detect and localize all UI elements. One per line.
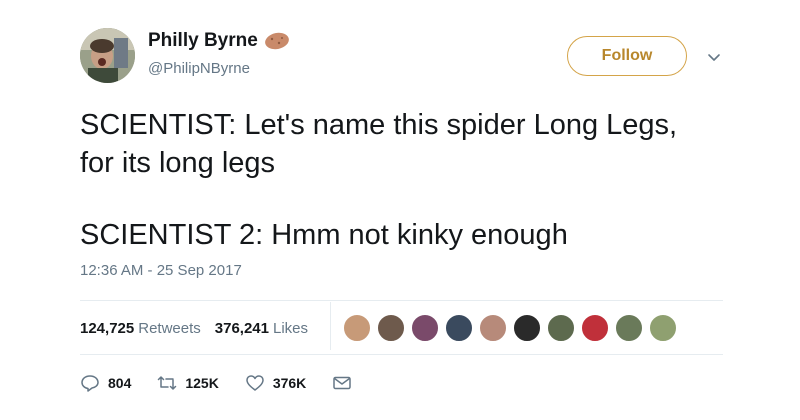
liker-avatars xyxy=(343,314,683,342)
author-handle[interactable]: @PhilipNByrne xyxy=(148,60,290,77)
liker-avatar[interactable] xyxy=(615,314,643,342)
likes-label[interactable]: Likes xyxy=(273,320,308,337)
reply-button[interactable]: 804 xyxy=(80,373,131,393)
liker-avatar[interactable] xyxy=(513,314,541,342)
retweet-action-count: 125K xyxy=(185,375,219,391)
like-button[interactable]: 376K xyxy=(245,373,306,393)
author-name-text[interactable]: Philly Byrne xyxy=(148,30,258,52)
reply-icon xyxy=(81,375,99,392)
chevron-down-icon[interactable] xyxy=(705,48,723,66)
divider-top xyxy=(80,300,723,301)
retweets-count[interactable]: 124,725 xyxy=(80,320,134,337)
retweet-icon xyxy=(158,376,177,390)
stats-separator xyxy=(330,302,331,350)
tweet-text: SCIENTIST: Let's name this spider Long L… xyxy=(80,106,740,254)
heart-icon xyxy=(246,375,264,391)
liker-avatar[interactable] xyxy=(479,314,507,342)
tweet-text-line: SCIENTIST 2: Hmm not kinky enough xyxy=(80,219,568,251)
author-display-name[interactable]: Philly Byrne xyxy=(148,30,290,52)
tweet-stats: 124,725 Retweets 376,241 Likes xyxy=(80,316,320,340)
liker-avatar[interactable] xyxy=(649,314,677,342)
tweet-text-line: for its long legs xyxy=(80,147,276,179)
tweet-text-line: SCIENTIST: Let's name this spider Long L… xyxy=(80,109,678,141)
envelope-icon xyxy=(333,376,352,390)
liker-avatar[interactable] xyxy=(445,314,473,342)
potato-emoji-icon xyxy=(264,32,290,50)
liker-avatar[interactable] xyxy=(581,314,609,342)
reply-count: 804 xyxy=(108,375,132,391)
divider-bottom xyxy=(80,354,723,355)
like-action-count: 376K xyxy=(272,375,307,391)
retweet-button[interactable]: 125K xyxy=(157,373,219,393)
author-info: Philly Byrne @PhilipNByrne xyxy=(148,30,290,77)
liker-avatar[interactable] xyxy=(343,314,371,342)
liker-avatar[interactable] xyxy=(547,314,575,342)
liker-avatar[interactable] xyxy=(411,314,439,342)
retweets-label[interactable]: Retweets xyxy=(138,320,201,337)
follow-button[interactable]: Follow xyxy=(567,36,687,76)
tweet-header: Philly Byrne @PhilipNByrne Follow xyxy=(80,28,740,86)
liker-avatar[interactable] xyxy=(377,314,405,342)
likes-count[interactable]: 376,241 xyxy=(215,320,269,337)
tweet-text-gap xyxy=(80,182,740,216)
tweet-timestamp[interactable]: 12:36 AM - 25 Sep 2017 xyxy=(80,262,242,279)
tweet-actions: 804 125K 376K xyxy=(80,372,386,394)
author-avatar[interactable] xyxy=(80,28,135,83)
direct-message-button[interactable] xyxy=(332,373,360,393)
